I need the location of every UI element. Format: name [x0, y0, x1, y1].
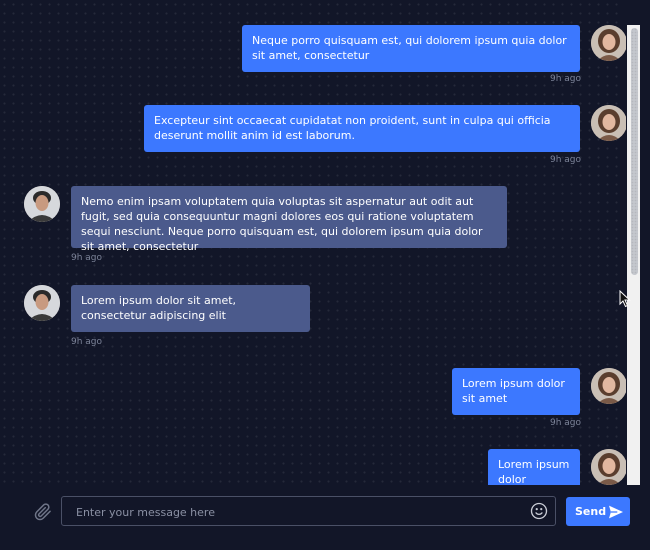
- message-bubble: Lorem ipsum dolor sit amet, consectetur …: [71, 285, 310, 332]
- message-timestamp: 9h ago: [550, 418, 582, 428]
- avatar: [591, 105, 626, 141]
- message-bubble: Neque porro quisquam est, qui dolorem ip…: [242, 25, 580, 72]
- avatar: [591, 368, 626, 404]
- message-bubble: Lorem ipsum dolor: [488, 449, 580, 485]
- message-bubble: Lorem ipsum dolor sit amet: [452, 368, 580, 415]
- paperclip-icon[interactable]: [34, 503, 52, 525]
- scrollbar-thumb[interactable]: [631, 28, 638, 275]
- smiley-icon[interactable]: [530, 502, 548, 524]
- message-text: Excepteur sint occaecat cupidatat non pr…: [154, 114, 551, 142]
- message-input[interactable]: [74, 503, 518, 521]
- message-text: Neque porro quisquam est, qui dolorem ip…: [252, 34, 567, 62]
- avatar: [24, 285, 60, 321]
- message-text: Nemo enim ipsam voluptatem quia voluptas…: [81, 195, 483, 253]
- message-text: Lorem ipsum dolor sit amet: [462, 377, 565, 405]
- message-timestamp: 9h ago: [71, 253, 103, 263]
- avatar: [591, 449, 626, 485]
- avatar-woman-image: [591, 368, 626, 404]
- avatar-woman-image: [591, 25, 626, 61]
- avatar: [591, 25, 626, 61]
- message-timestamp: 9h ago: [550, 155, 582, 165]
- message-timestamp: 9h ago: [71, 337, 103, 347]
- paper-plane-icon[interactable]: [608, 504, 624, 523]
- avatar-woman-image: [591, 105, 626, 141]
- message-bubble: Nemo enim ipsam voluptatem quia voluptas…: [71, 186, 507, 253]
- message-input-container[interactable]: [61, 496, 556, 526]
- message-list[interactable]: Neque porro quisquam est, qui dolorem ip…: [0, 0, 626, 485]
- message-bubble: Excepteur sint occaecat cupidatat non pr…: [144, 105, 580, 152]
- message-text: Lorem ipsum dolor sit amet, consectetur …: [81, 294, 237, 322]
- mouse-cursor-icon: [619, 289, 631, 312]
- avatar-man-image: [24, 285, 60, 321]
- message-timestamp: 9h ago: [550, 74, 582, 84]
- avatar-man-image: [24, 186, 60, 222]
- message-text: Lorem ipsum dolor: [498, 458, 570, 485]
- send-button-label[interactable]: Send: [575, 505, 606, 518]
- avatar-woman-image: [591, 449, 626, 485]
- avatar: [24, 186, 60, 222]
